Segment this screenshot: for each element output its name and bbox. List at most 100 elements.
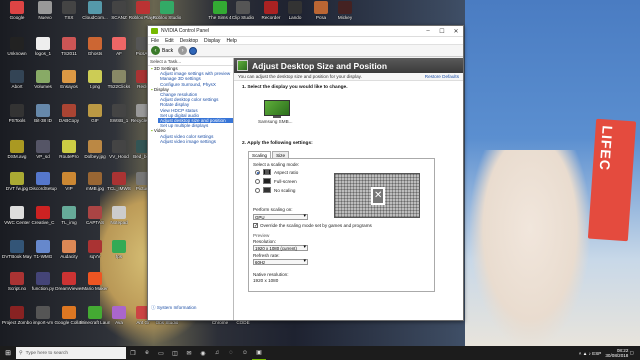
discord-icon[interactable]: ☺ (238, 346, 252, 360)
resolution-select[interactable]: 1920 x 1080 (current) (253, 245, 308, 251)
display-settings-icon (237, 60, 248, 71)
language-indicator[interactable]: ESP (592, 351, 601, 356)
app-icon (88, 172, 102, 185)
desktop-icon-label: Clip Studio (231, 15, 255, 20)
step-2-heading: 2. Apply the following settings: (242, 141, 313, 146)
restore-defaults-link[interactable]: Restore Defaults (425, 74, 459, 79)
app-icon (112, 37, 126, 50)
app-icon (88, 306, 102, 319)
chrome-icon[interactable]: ◉ (196, 346, 210, 360)
menu-file[interactable]: File (151, 38, 159, 44)
page-title: Adjust Desktop Size and Position (252, 60, 388, 71)
spotify-icon[interactable]: ♫ (210, 346, 224, 360)
notifications-icon[interactable]: ▢ (630, 350, 634, 356)
edge-icon[interactable]: e (140, 346, 154, 360)
desktop-icon[interactable]: Notepad (104, 206, 134, 234)
mail-icon[interactable]: ✉ (182, 346, 196, 360)
file-explorer-icon[interactable]: ▭ (154, 346, 168, 360)
app-icon (160, 1, 174, 14)
network-icon[interactable]: ▲ (583, 351, 588, 356)
steam-icon[interactable]: ◌ (224, 346, 238, 360)
app-icon (10, 37, 24, 50)
app-icon (36, 140, 50, 153)
task-tree-header: Select a Task... (148, 58, 233, 66)
aspect-ratio-radio[interactable] (255, 170, 260, 175)
resolution-label: Resolution: (253, 239, 276, 244)
app-icon (338, 1, 352, 14)
app-icon (62, 240, 76, 253)
preview-display-icon (371, 187, 385, 205)
task-view-icon[interactable]: ❐ (126, 346, 140, 360)
content-pane: Adjust Desktop Size and Position You can… (234, 58, 463, 320)
desktop-icon-label: Mario Maker (82, 286, 108, 291)
forward-arrow-icon[interactable]: › (178, 46, 188, 55)
page-banner: Adjust Desktop Size and Position (234, 58, 463, 73)
desktop-icon-label: Mickey (337, 15, 353, 20)
task-tree: 3D SettingsAdjust image settings with pr… (148, 66, 233, 144)
desktop-icon-label: fps (115, 254, 123, 259)
search-icon: ⚲ (19, 350, 23, 356)
app-icon (88, 240, 102, 253)
tree-task-link[interactable]: Adjust video image settings (148, 139, 233, 144)
menu-display[interactable]: Display (204, 38, 220, 44)
home-icon[interactable] (189, 46, 198, 55)
app-icon (88, 70, 102, 83)
no-scaling-radio[interactable] (255, 188, 260, 193)
native-resolution-value: 1920 x 1080 (253, 278, 279, 283)
refresh-rate-select[interactable]: 60Hz (253, 259, 308, 265)
display-name[interactable]: Samsung SMB... (258, 119, 292, 124)
monitor-icon[interactable] (264, 100, 290, 116)
app-icon (62, 1, 76, 14)
system-information-link[interactable]: System Information (151, 305, 197, 311)
windows-start-icon[interactable]: ⊞ (0, 346, 16, 360)
desktop-icon[interactable]: Mario Maker (80, 272, 110, 300)
maximize-button[interactable]: ☐ (435, 26, 449, 37)
desktop-icon[interactable]: fps (104, 240, 134, 268)
app-icon (88, 140, 102, 153)
app-icon (88, 104, 102, 117)
menu-help[interactable]: Help (226, 38, 236, 44)
volume-icon[interactable]: ♪ (589, 351, 591, 356)
override-label[interactable]: Override the scaling mode set by games a… (260, 223, 372, 228)
app-icon (112, 1, 126, 14)
override-checkbox[interactable]: ✓ (253, 223, 258, 229)
minimize-button[interactable]: – (421, 26, 435, 37)
no-scaling-label[interactable]: No scaling (274, 188, 295, 193)
app-icon (112, 206, 126, 219)
app-icon (112, 140, 126, 153)
full-screen-radio[interactable] (255, 179, 260, 184)
clock[interactable]: 08:22 30/08/2018 (605, 348, 628, 358)
menu-bar: File Edit Desktop Display Help (148, 37, 463, 45)
full-screen-icon (263, 178, 271, 184)
app-icon (288, 1, 302, 14)
desktop-icon[interactable]: Google (2, 1, 32, 29)
wallpaper-sign-text: LIFEC (596, 125, 616, 172)
back-arrow-icon[interactable]: ‹ (151, 46, 160, 55)
nvidia-control-panel-window: NVIDIA Control Panel – ☐ ✕ File Edit Des… (147, 25, 464, 321)
aspect-ratio-label[interactable]: Aspect ratio (274, 170, 298, 175)
app-icon (10, 104, 24, 117)
full-screen-label[interactable]: Full-screen (274, 179, 297, 184)
menu-desktop[interactable]: Desktop (180, 38, 198, 44)
search-placeholder: Type here to search (25, 350, 69, 356)
page-description: You can adjust the desktop size and posi… (238, 74, 362, 79)
app-icon (136, 1, 150, 14)
app-icon (36, 104, 50, 117)
perform-scaling-select[interactable]: GPU (253, 214, 308, 220)
menu-edit[interactable]: Edit (165, 38, 174, 44)
wallpaper-sign: LIFEC (587, 118, 637, 242)
app-icon (10, 206, 24, 219)
app-icon (112, 104, 126, 117)
app-icon (62, 37, 76, 50)
close-button[interactable]: ✕ (449, 26, 463, 37)
title-bar[interactable]: NVIDIA Control Panel – ☐ ✕ (148, 26, 463, 37)
app-icon (36, 306, 50, 319)
step-1-heading: 1. Select the display you would like to … (242, 85, 348, 90)
app-icon (62, 172, 76, 185)
back-button-label[interactable]: Back (162, 48, 173, 54)
taskbar-search-input[interactable]: ⚲ Type here to search (16, 347, 126, 359)
tray-chevron-icon[interactable]: ˄ (579, 351, 582, 356)
store-icon[interactable]: ◫ (168, 346, 182, 360)
nvidia-taskbar-icon[interactable]: ▣ (252, 346, 266, 360)
app-icon (36, 70, 50, 83)
